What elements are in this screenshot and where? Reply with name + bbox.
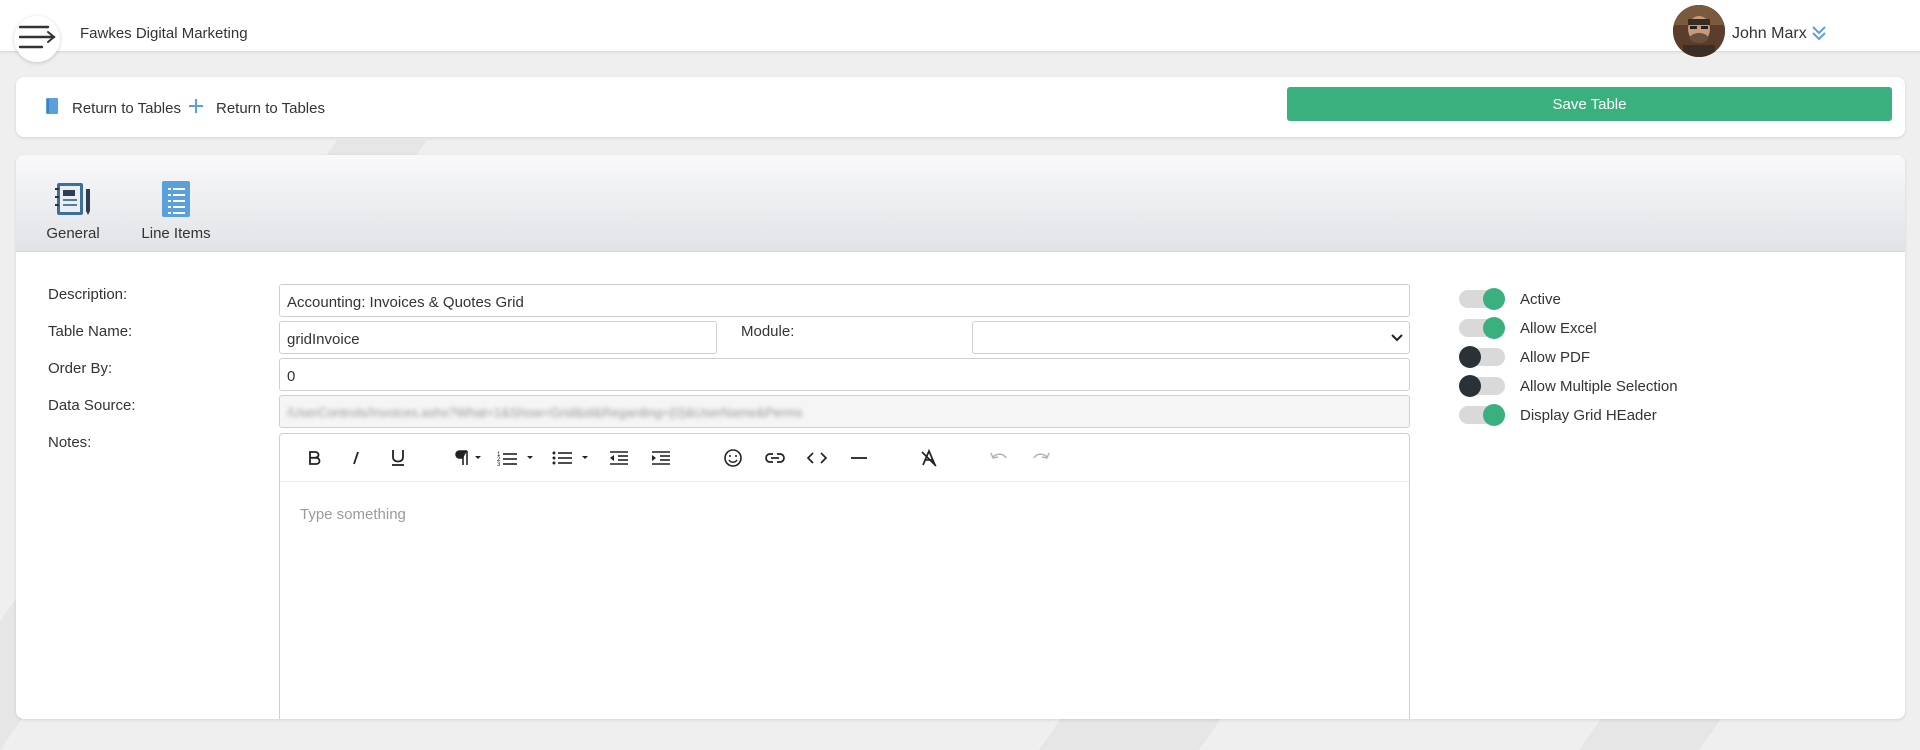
indent-icon[interactable] [649,446,673,470]
chevron-down-icon [1391,329,1403,346]
paragraph-icon[interactable] [454,446,486,470]
description-label: Description: [48,286,128,303]
actions-card: Return to Tables Return to Tables Save T… [16,77,1905,137]
data-source-field[interactable]: /UserControls/Invoices.ashx?What=1&Show=… [279,395,1410,428]
bullet-list-icon[interactable] [551,446,593,470]
list-document-icon [156,181,196,223]
code-icon[interactable] [805,446,829,470]
editor-toolbar: 123 [280,434,1409,482]
table-name-label: Table Name: [48,323,133,340]
order-by-label: Order By: [48,360,113,377]
toggle-switch[interactable] [1459,404,1505,426]
toggle-label: Allow Excel [1520,319,1597,337]
user-name[interactable]: John Marx [1732,25,1807,43]
notebook-pen-icon [53,183,93,223]
module-label: Module: [741,323,795,340]
save-table-button[interactable]: Save Table [1287,87,1892,121]
table-name-field[interactable]: gridInvoice [279,321,717,354]
clear-format-icon[interactable] [917,446,941,470]
horizontal-rule-icon[interactable] [847,446,871,470]
notes-label: Notes: [48,434,92,451]
toggle-allow-pdf[interactable]: Allow PDF [1459,346,1590,368]
redo-icon[interactable] [1029,446,1053,470]
tab-line-items[interactable]: Line Items [132,179,220,242]
ordered-list-icon[interactable]: 123 [496,446,538,470]
toggle-display-grid-header[interactable]: Display Grid HEader [1459,404,1657,426]
data-source-label: Data Source: [48,397,136,414]
avatar[interactable] [1673,5,1725,57]
undo-icon[interactable] [987,446,1011,470]
return-to-tables-link-2[interactable]: Return to Tables [188,98,325,118]
emoji-icon[interactable] [721,446,745,470]
toggle-label: Allow PDF [1520,348,1591,366]
svg-text:3: 3 [497,462,501,467]
return-to-tables-link[interactable]: Return to Tables [46,98,181,118]
plus-icon [188,98,204,118]
link-icon[interactable] [763,446,787,470]
top-bar: Fawkes Digital Marketing John Marx [0,0,1920,57]
toggle-allow-multiple-selection[interactable]: Allow Multiple Selection [1459,375,1678,397]
book-icon [46,98,58,118]
description-field[interactable]: Accounting: Invoices & Quotes Grid [279,284,1410,317]
toggle-switch[interactable] [1459,346,1505,368]
menu-button[interactable] [14,16,60,62]
data-source-value: /UserControls/Invoices.ashx?What=1&Show=… [287,405,803,420]
toggle-switch[interactable] [1459,317,1505,339]
order-by-field[interactable]: 0 [279,358,1410,391]
outdent-icon[interactable] [607,446,631,470]
company-name: Fawkes Digital Marketing [80,25,248,42]
main-card: General Line Items Description: Table Na… [16,155,1905,719]
toggle-label: Display Grid HEader [1520,406,1657,424]
italic-icon[interactable] [344,446,368,470]
tab-line-items-label: Line Items [141,225,211,242]
notes-placeholder: Type something [300,506,406,523]
return-to-tables-label: Return to Tables [72,99,181,117]
toggle-label: Allow Multiple Selection [1520,377,1678,395]
double-chevron-down-icon[interactable] [1811,24,1827,47]
bold-icon[interactable] [302,446,326,470]
toggle-active[interactable]: Active [1459,288,1561,310]
tabs-bar: General Line Items [16,155,1905,252]
toggle-switch[interactable] [1459,375,1505,397]
notes-editor[interactable]: 123 Type something [279,433,1410,719]
toggle-allow-excel[interactable]: Allow Excel [1459,317,1597,339]
menu-icon [18,24,56,55]
underline-icon[interactable] [386,446,410,470]
return-to-tables-label-2: Return to Tables [216,99,325,117]
tab-general[interactable]: General [40,179,106,242]
toggle-label: Active [1520,290,1561,308]
toggle-switch[interactable] [1459,288,1505,310]
module-select[interactable] [972,321,1410,354]
tab-general-label: General [46,225,100,242]
